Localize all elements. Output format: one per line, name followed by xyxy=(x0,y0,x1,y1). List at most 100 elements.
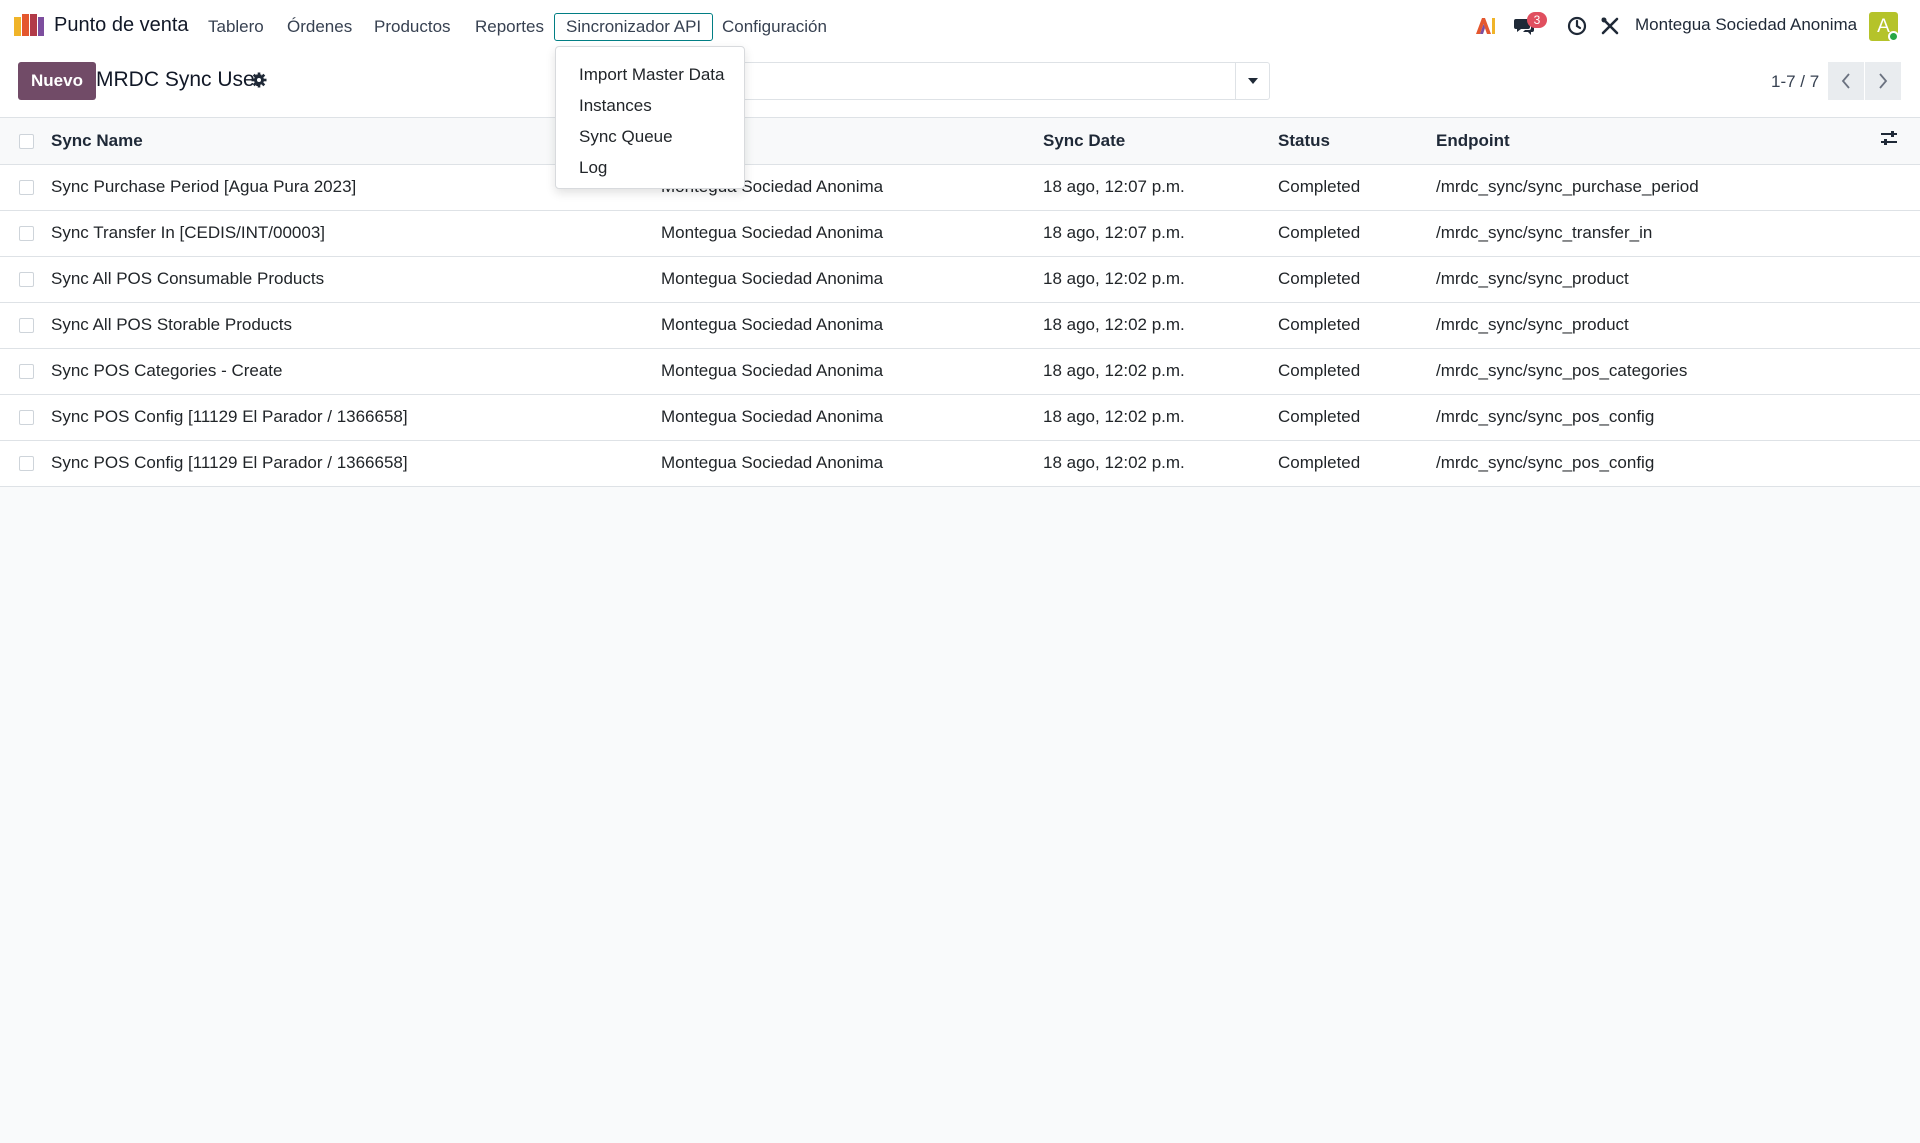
menu-item-import-master-data[interactable]: Import Master Data xyxy=(556,59,744,90)
cell-endpoint[interactable]: /mrdc_sync/sync_purchase_period xyxy=(1436,164,1880,211)
menu-ordenes[interactable]: Órdenes xyxy=(275,13,364,41)
cell-sync-name[interactable]: Sync All POS Consumable Products xyxy=(51,256,661,303)
cell-status[interactable]: Completed xyxy=(1278,394,1436,441)
cell-company[interactable]: Montegua Sociedad Anonima xyxy=(661,348,1043,395)
cell-status[interactable]: Completed xyxy=(1278,256,1436,303)
table-row[interactable]: Sync Purchase Period [Agua Pura 2023] Mon… xyxy=(0,164,1920,211)
chevron-right-icon xyxy=(1879,73,1888,89)
cell-empty xyxy=(1880,302,1920,349)
cell-sync-date[interactable]: 18 ago, 12:02 p.m. xyxy=(1043,348,1278,395)
column-header-status[interactable]: Status xyxy=(1278,118,1436,165)
pager-value[interactable]: 1-7 / 7 xyxy=(1771,72,1819,92)
cell-endpoint[interactable]: /mrdc_sync/sync_pos_config xyxy=(1436,440,1880,487)
cell-endpoint[interactable]: /mrdc_sync/sync_product xyxy=(1436,256,1880,303)
cell-sync-date[interactable]: 18 ago, 12:02 p.m. xyxy=(1043,256,1278,303)
cell-empty xyxy=(1880,394,1920,441)
row-select-cell xyxy=(0,164,51,211)
cell-sync-date[interactable]: 18 ago, 12:02 p.m. xyxy=(1043,440,1278,487)
row-checkbox[interactable] xyxy=(19,226,34,242)
table-row[interactable]: Sync Transfer In [CEDIS/INT/00003] Monteg… xyxy=(0,210,1920,257)
control-panel: Nuevo MRDC Sync User 1-7 / 7 xyxy=(0,52,1920,118)
cell-company[interactable]: Montegua Sociedad Anonima xyxy=(661,302,1043,349)
cell-sync-name[interactable]: Sync POS Config [11129 El Parador / 1366… xyxy=(51,440,661,487)
chevron-left-icon xyxy=(1841,73,1850,89)
table-header-row: Sync Name Sync Date Status Endpoint xyxy=(0,118,1920,165)
row-checkbox[interactable] xyxy=(19,364,34,380)
table-row[interactable]: Sync POS Config [11129 El Parador / 1366… xyxy=(0,394,1920,441)
row-select-cell xyxy=(0,348,51,395)
cell-endpoint[interactable]: /mrdc_sync/sync_transfer_in xyxy=(1436,210,1880,257)
sync-list-table: Sync Name Sync Date Status Endpoint Sync… xyxy=(0,118,1920,487)
table-row[interactable]: Sync All POS Consumable Products Montegua… xyxy=(0,256,1920,303)
cell-endpoint[interactable]: /mrdc_sync/sync_product xyxy=(1436,302,1880,349)
pager-previous-button[interactable] xyxy=(1828,62,1864,100)
caret-down-icon xyxy=(1247,78,1258,84)
cell-empty xyxy=(1880,164,1920,211)
table-row[interactable]: Sync POS Config [11129 El Parador / 1366… xyxy=(0,440,1920,487)
row-select-cell xyxy=(0,394,51,441)
table-row[interactable]: Sync POS Categories - Create Montegua Soc… xyxy=(0,348,1920,395)
column-header-sync-date[interactable]: Sync Date xyxy=(1043,118,1278,165)
cell-empty xyxy=(1880,256,1920,303)
row-checkbox[interactable] xyxy=(19,272,34,288)
column-header-endpoint[interactable]: Endpoint xyxy=(1436,118,1880,165)
clock-icon[interactable] xyxy=(1565,14,1589,38)
menu-item-instances[interactable]: Instances xyxy=(556,90,744,121)
search-options-toggle[interactable] xyxy=(1235,63,1269,99)
cell-sync-name[interactable]: Sync POS Config [11129 El Parador / 1366… xyxy=(51,394,661,441)
cell-company[interactable]: Montegua Sociedad Anonima xyxy=(661,440,1043,487)
menu-tablero[interactable]: Tablero xyxy=(196,13,276,41)
cell-endpoint[interactable]: /mrdc_sync/sync_pos_config xyxy=(1436,394,1880,441)
sincronizador-api-dropdown: Import Master Data Instances Sync Queue … xyxy=(555,46,745,189)
row-checkbox[interactable] xyxy=(19,456,34,472)
row-select-cell xyxy=(0,440,51,487)
select-all-cell xyxy=(0,118,51,165)
row-checkbox[interactable] xyxy=(19,180,34,196)
app-logo-icon[interactable] xyxy=(14,14,44,36)
optional-columns-toggle[interactable] xyxy=(1880,118,1920,165)
cell-sync-name[interactable]: Sync Transfer In [CEDIS/INT/00003] xyxy=(51,210,661,257)
row-select-cell xyxy=(0,210,51,257)
table-row[interactable]: Sync All POS Storable Products Montegua S… xyxy=(0,302,1920,349)
menu-item-sync-queue[interactable]: Sync Queue xyxy=(556,121,744,152)
cell-sync-date[interactable]: 18 ago, 12:07 p.m. xyxy=(1043,210,1278,257)
cell-status[interactable]: Completed xyxy=(1278,302,1436,349)
cell-sync-date[interactable]: 18 ago, 12:02 p.m. xyxy=(1043,394,1278,441)
top-navbar: Punto de venta Tablero Órdenes Productos… xyxy=(0,0,1920,52)
cell-status[interactable]: Completed xyxy=(1278,164,1436,211)
cell-company[interactable]: Montegua Sociedad Anonima xyxy=(661,256,1043,303)
menu-item-log[interactable]: Log xyxy=(556,152,744,183)
cell-endpoint[interactable]: /mrdc_sync/sync_pos_categories xyxy=(1436,348,1880,395)
row-select-cell xyxy=(0,302,51,349)
menu-sincronizador-api[interactable]: Sincronizador API xyxy=(554,13,714,41)
row-checkbox[interactable] xyxy=(19,410,34,426)
menu-configuracion[interactable]: Configuración xyxy=(710,13,839,41)
cell-status[interactable]: Completed xyxy=(1278,348,1436,395)
online-status-dot xyxy=(1888,31,1899,42)
row-select-cell xyxy=(0,256,51,303)
company-switcher[interactable]: Montegua Sociedad Anonima xyxy=(1635,15,1857,35)
cell-empty xyxy=(1880,210,1920,257)
new-button[interactable]: Nuevo xyxy=(18,62,96,100)
ai-assistant-icon[interactable] xyxy=(1473,14,1497,38)
app-name[interactable]: Punto de venta xyxy=(54,14,189,37)
cell-company[interactable]: Montegua Sociedad Anonima xyxy=(661,394,1043,441)
gear-icon[interactable] xyxy=(251,72,267,88)
cell-sync-name[interactable]: Sync All POS Storable Products xyxy=(51,302,661,349)
row-checkbox[interactable] xyxy=(19,318,34,334)
cell-empty xyxy=(1880,348,1920,395)
menu-reportes[interactable]: Reportes xyxy=(463,13,556,41)
cell-status[interactable]: Completed xyxy=(1278,210,1436,257)
cell-sync-name[interactable]: Sync POS Categories - Create xyxy=(51,348,661,395)
page-title: MRDC Sync User xyxy=(96,68,262,91)
cell-sync-date[interactable]: 18 ago, 12:07 p.m. xyxy=(1043,164,1278,211)
debug-tools-icon[interactable] xyxy=(1598,14,1622,38)
messages-badge: 3 xyxy=(1527,12,1547,28)
pager-next-button[interactable] xyxy=(1865,62,1901,100)
cell-empty xyxy=(1880,440,1920,487)
cell-company[interactable]: Montegua Sociedad Anonima xyxy=(661,210,1043,257)
cell-sync-date[interactable]: 18 ago, 12:02 p.m. xyxy=(1043,302,1278,349)
cell-status[interactable]: Completed xyxy=(1278,440,1436,487)
select-all-checkbox[interactable] xyxy=(19,133,34,149)
menu-productos[interactable]: Productos xyxy=(362,13,463,41)
